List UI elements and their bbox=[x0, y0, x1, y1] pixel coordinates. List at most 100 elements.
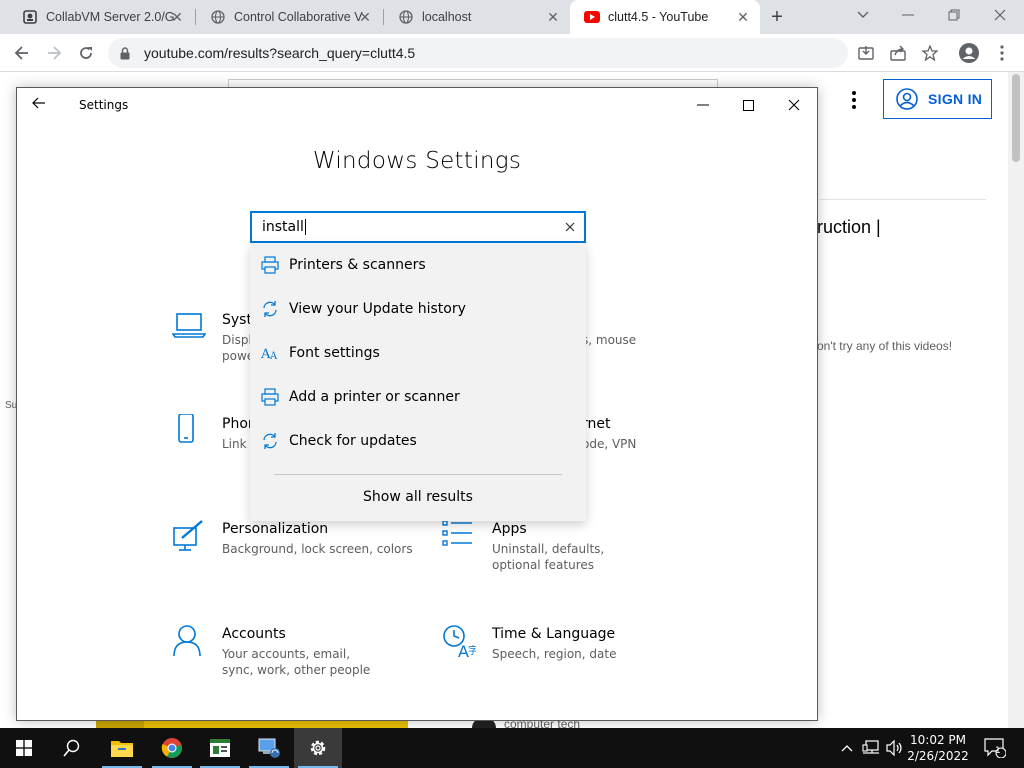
tab-control-collaborative[interactable]: Control Collaborative V ✕ bbox=[196, 0, 382, 34]
windows-logo-icon bbox=[16, 740, 32, 756]
divider bbox=[820, 199, 986, 200]
video-thumbnail-highlight bbox=[144, 720, 408, 728]
taskbar-file-explorer[interactable] bbox=[98, 728, 146, 768]
result-printers-scanners[interactable]: Printers & scanners bbox=[250, 243, 586, 287]
category-description: ode, VPN bbox=[582, 437, 637, 451]
gear-icon bbox=[310, 740, 326, 756]
maximize-icon[interactable] bbox=[725, 88, 771, 122]
browser-tab-bar: CollabVM Server 2.0/G ✕ Control Collabor… bbox=[0, 0, 1024, 34]
taskbar-chrome[interactable] bbox=[148, 728, 196, 768]
minimize-browser-icon[interactable] bbox=[888, 4, 928, 26]
category-time-language[interactable]: A字 Time & Language Speech, region, date bbox=[442, 624, 692, 684]
browser-toolbar: youtube.com/results?search_query=clutt4.… bbox=[0, 34, 1024, 72]
svg-text:字: 字 bbox=[468, 644, 476, 657]
result-update-history[interactable]: View your Update history bbox=[250, 287, 586, 331]
page-scrollbar[interactable] bbox=[1008, 72, 1024, 728]
new-tab-button[interactable]: + bbox=[766, 6, 788, 28]
profile-avatar-icon[interactable] bbox=[958, 42, 980, 64]
windows-taskbar: 10:02 PM 2/26/2022 1 bbox=[0, 728, 1024, 768]
taskbar-app-window[interactable] bbox=[196, 728, 244, 768]
category-name: Personalization bbox=[222, 521, 329, 537]
collabvm-icon bbox=[22, 9, 38, 25]
install-app-icon[interactable] bbox=[855, 42, 877, 64]
network-icon[interactable] bbox=[860, 728, 882, 768]
result-check-updates[interactable]: Check for updates bbox=[250, 419, 586, 463]
address-bar[interactable]: youtube.com/results?search_query=clutt4.… bbox=[108, 38, 848, 68]
printer-icon bbox=[260, 255, 280, 275]
search-value: install bbox=[262, 219, 304, 235]
bookmark-star-icon[interactable] bbox=[919, 42, 941, 64]
category-apps[interactable]: Apps Uninstall, defaults, optional featu… bbox=[442, 519, 692, 579]
tab-search-icon[interactable] bbox=[843, 4, 883, 26]
result-add-printer[interactable]: Add a printer or scanner bbox=[250, 375, 586, 419]
folder-icon bbox=[111, 741, 133, 757]
result-label: Add a printer or scanner bbox=[289, 389, 460, 405]
personalization-icon bbox=[173, 520, 203, 551]
font-icon: AA bbox=[260, 343, 280, 363]
tab-youtube[interactable]: clutt4.5 - YouTube ✕ bbox=[570, 0, 760, 34]
chrome-menu-icon[interactable] bbox=[991, 42, 1013, 64]
close-browser-icon[interactable] bbox=[980, 4, 1020, 26]
settings-search-input[interactable]: install bbox=[250, 211, 586, 243]
share-icon[interactable] bbox=[887, 42, 909, 64]
result-font-settings[interactable]: AA Font settings bbox=[250, 331, 586, 375]
scrollbar-thumb[interactable] bbox=[1012, 74, 1020, 162]
youtube-sign-in-button[interactable]: SIGN IN bbox=[883, 79, 992, 119]
clock-time: 10:02 PM bbox=[910, 733, 966, 747]
close-tab-icon[interactable]: ✕ bbox=[736, 10, 750, 24]
video-title[interactable]: ruction | bbox=[817, 217, 881, 238]
category-description: s, mouse bbox=[582, 333, 637, 347]
tab-collabvm[interactable]: CollabVM Server 2.0/G ✕ bbox=[8, 0, 194, 34]
youtube-more-icon[interactable] bbox=[846, 88, 862, 112]
window-title: Settings bbox=[79, 98, 129, 112]
refresh-icon bbox=[260, 299, 280, 319]
start-button[interactable] bbox=[0, 728, 48, 768]
app-window-icon bbox=[210, 739, 230, 757]
sign-in-label: SIGN IN bbox=[928, 91, 983, 107]
tab-title: localhost bbox=[422, 10, 472, 24]
tab-title: Control Collaborative V bbox=[234, 10, 363, 24]
video-description: on't try any of this videos! bbox=[817, 339, 953, 353]
globe-icon bbox=[398, 9, 414, 25]
taskbar-search-button[interactable] bbox=[48, 728, 96, 768]
time-language-icon: A字 bbox=[443, 625, 476, 658]
clear-search-icon[interactable] bbox=[562, 219, 578, 235]
category-description: Uninstall, defaults, optional features bbox=[492, 542, 605, 572]
reload-icon[interactable] bbox=[73, 40, 99, 66]
forward-arrow-icon[interactable] bbox=[41, 40, 67, 66]
back-arrow-icon[interactable] bbox=[9, 40, 35, 66]
clock-date: 2/26/2022 bbox=[907, 749, 969, 763]
minimize-icon[interactable] bbox=[680, 88, 726, 122]
close-icon[interactable] bbox=[771, 88, 817, 122]
taskbar-network-app[interactable] bbox=[245, 728, 293, 768]
back-arrow-icon[interactable] bbox=[31, 96, 51, 114]
show-hidden-icons[interactable] bbox=[838, 728, 856, 768]
network-computer-icon bbox=[258, 738, 280, 758]
search-results-dropdown: Printers & scanners View your Update his… bbox=[250, 243, 586, 521]
lock-icon bbox=[120, 46, 134, 60]
tab-title: CollabVM Server 2.0/G bbox=[46, 10, 175, 24]
settings-title-bar[interactable]: Settings bbox=[17, 88, 817, 122]
refresh-icon bbox=[260, 431, 280, 451]
close-tab-icon[interactable]: ✕ bbox=[358, 10, 372, 24]
divider bbox=[274, 474, 562, 475]
text-caret bbox=[304, 219, 306, 235]
tab-localhost[interactable]: localhost ✕ bbox=[384, 0, 570, 34]
phone-icon bbox=[178, 414, 194, 443]
svg-text:A: A bbox=[269, 351, 278, 362]
category-personalization[interactable]: Personalization Background, lock screen,… bbox=[172, 519, 422, 579]
restore-browser-icon[interactable] bbox=[934, 4, 974, 26]
taskbar-clock[interactable]: 10:02 PM 2/26/2022 bbox=[900, 732, 976, 764]
page-title: Windows Settings bbox=[312, 148, 522, 174]
notification-count: 1 bbox=[995, 746, 1001, 756]
notifications-button[interactable]: 1 bbox=[980, 728, 1010, 768]
category-accounts[interactable]: Accounts Your accounts, email, sync, wor… bbox=[172, 624, 422, 684]
laptop-icon bbox=[172, 313, 206, 338]
close-tab-icon[interactable]: ✕ bbox=[170, 10, 184, 24]
category-name: rnet bbox=[582, 416, 611, 432]
show-all-results-link[interactable]: Show all results bbox=[250, 489, 586, 505]
result-label: Check for updates bbox=[289, 433, 417, 449]
result-label: Font settings bbox=[289, 345, 380, 361]
close-tab-icon[interactable]: ✕ bbox=[546, 10, 560, 24]
taskbar-settings[interactable] bbox=[294, 728, 342, 768]
